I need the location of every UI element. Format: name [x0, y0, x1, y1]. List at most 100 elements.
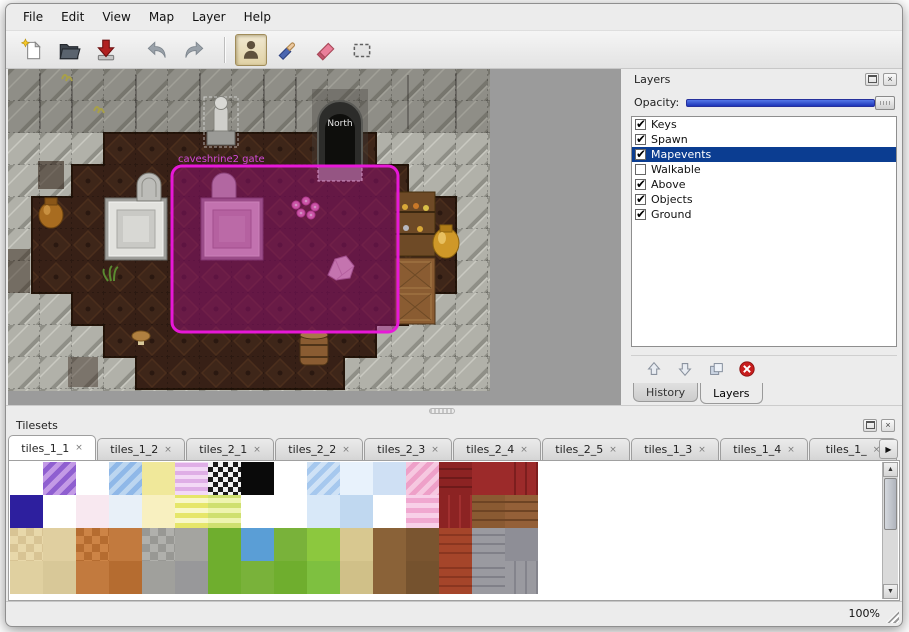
- opacity-slider-handle[interactable]: [875, 96, 895, 110]
- undo-button[interactable]: [141, 34, 173, 66]
- layer-row-ground[interactable]: Ground: [632, 207, 896, 222]
- save-button[interactable]: [90, 34, 122, 66]
- opacity-slider[interactable]: [686, 95, 895, 111]
- scroll-down-icon[interactable]: ▼: [883, 584, 898, 599]
- tileset-tile[interactable]: [43, 462, 76, 495]
- tileset-tile[interactable]: [406, 462, 439, 495]
- layer-visibility-checkbox[interactable]: [635, 194, 646, 205]
- layer-visibility-checkbox[interactable]: [635, 164, 646, 175]
- tileset-tile[interactable]: [142, 462, 175, 495]
- tileset-tile[interactable]: [274, 561, 307, 594]
- tileset-tile[interactable]: [175, 561, 208, 594]
- crate[interactable]: [395, 258, 435, 324]
- tab-close-icon[interactable]: ×: [787, 445, 795, 455]
- layer-row-objects[interactable]: Objects: [632, 192, 896, 207]
- tileset-tile[interactable]: [10, 462, 43, 495]
- tileset-tile[interactable]: [241, 462, 274, 495]
- new-button[interactable]: [16, 34, 48, 66]
- tileset-tile[interactable]: [472, 561, 505, 594]
- tileset-tile[interactable]: [208, 528, 241, 561]
- map-canvas[interactable]: North caveshrine2 gate: [8, 69, 490, 391]
- layer-row-walkable[interactable]: Walkable: [632, 162, 896, 177]
- tombstone-gray[interactable]: [137, 173, 161, 201]
- tileset-tile[interactable]: [472, 495, 505, 528]
- tileset-scrollbar[interactable]: ▲ ▼: [882, 462, 898, 599]
- layer-visibility-checkbox[interactable]: [635, 209, 646, 220]
- tileset-tile[interactable]: [142, 561, 175, 594]
- stamp-tool-button[interactable]: [235, 34, 267, 66]
- tab-layers[interactable]: Layers: [700, 383, 762, 404]
- tileset-tab-tiles_2_5[interactable]: tiles_2_5 ×: [542, 438, 630, 460]
- tileset-tile[interactable]: [406, 561, 439, 594]
- tileset-tile[interactable]: [142, 495, 175, 528]
- tileset-tile[interactable]: [439, 495, 472, 528]
- menu-map[interactable]: Map: [140, 7, 183, 27]
- tileset-tile[interactable]: [109, 462, 142, 495]
- layer-visibility-checkbox[interactable]: [635, 119, 646, 130]
- tileset-tile[interactable]: [274, 528, 307, 561]
- tileset-tile[interactable]: [10, 495, 43, 528]
- tileset-tab-tiles_1_2[interactable]: tiles_1_2 ×: [97, 438, 185, 460]
- tileset-tile[interactable]: [43, 528, 76, 561]
- eraser-tool-button[interactable]: [309, 34, 341, 66]
- select-tool-button[interactable]: [346, 34, 378, 66]
- tileset-tile[interactable]: [406, 528, 439, 561]
- tileset-view[interactable]: ▲ ▼: [8, 461, 900, 601]
- tileset-tile[interactable]: [10, 528, 43, 561]
- tab-close-icon[interactable]: ×: [431, 445, 439, 455]
- tab-close-icon[interactable]: ×: [609, 445, 617, 455]
- tileset-tile[interactable]: [10, 561, 43, 594]
- redo-button[interactable]: [178, 34, 210, 66]
- tileset-tile[interactable]: [439, 561, 472, 594]
- tileset-tab-tiles_1_3[interactable]: tiles_1_3 ×: [631, 438, 719, 460]
- tileset-tile[interactable]: [208, 462, 241, 495]
- horizontal-splitter[interactable]: [6, 405, 902, 415]
- silver-platform[interactable]: [105, 198, 167, 260]
- shelf[interactable]: [395, 192, 435, 256]
- delete-layer-button[interactable]: [736, 358, 758, 380]
- tileset-tile[interactable]: [43, 495, 76, 528]
- tileset-tile[interactable]: [307, 462, 340, 495]
- tileset-tile[interactable]: [76, 495, 109, 528]
- menu-file[interactable]: File: [14, 7, 52, 27]
- raise-layer-button[interactable]: [643, 358, 665, 380]
- resize-grip[interactable]: [886, 610, 899, 623]
- layer-visibility-checkbox[interactable]: [635, 149, 646, 160]
- lower-layer-button[interactable]: [674, 358, 696, 380]
- tileset-tile[interactable]: [241, 561, 274, 594]
- barrel[interactable]: [300, 331, 328, 365]
- tileset-tab-tiles_2_4[interactable]: tiles_2_4 ×: [453, 438, 541, 460]
- tileset-tile[interactable]: [340, 495, 373, 528]
- tileset-tile[interactable]: [472, 528, 505, 561]
- tileset-tile[interactable]: [175, 462, 208, 495]
- tileset-tile[interactable]: [406, 495, 439, 528]
- tab-history[interactable]: History: [633, 383, 698, 402]
- tab-close-icon[interactable]: ×: [342, 445, 350, 455]
- tab-close-icon[interactable]: ×: [164, 445, 172, 455]
- tileset-tile[interactable]: [43, 561, 76, 594]
- tileset-tile[interactable]: [307, 561, 340, 594]
- tileset-tile[interactable]: [76, 462, 109, 495]
- tileset-tile[interactable]: [373, 495, 406, 528]
- scrollbar-thumb[interactable]: [884, 478, 897, 530]
- tileset-tile[interactable]: [208, 495, 241, 528]
- tab-close-icon[interactable]: ×: [698, 445, 706, 455]
- tileset-tile[interactable]: [274, 462, 307, 495]
- tileset-tile[interactable]: [505, 528, 538, 561]
- tileset-tile[interactable]: [307, 528, 340, 561]
- tileset-tab-tiles_2_3[interactable]: tiles_2_3 ×: [364, 438, 452, 460]
- menu-view[interactable]: View: [93, 7, 139, 27]
- tab-scroll-right-button[interactable]: ▶: [879, 439, 898, 459]
- tileset-tile[interactable]: [109, 528, 142, 561]
- scroll-up-icon[interactable]: ▲: [883, 462, 898, 477]
- tab-close-icon[interactable]: ×: [75, 443, 83, 453]
- close-panel-icon[interactable]: ×: [881, 419, 895, 432]
- tileset-tab-tiles_1_1[interactable]: tiles_1_1 ×: [8, 435, 96, 460]
- tileset-tile[interactable]: [241, 495, 274, 528]
- tileset-tile[interactable]: [241, 528, 274, 561]
- layer-row-spawn[interactable]: Spawn: [632, 132, 896, 147]
- tileset-tile[interactable]: [142, 528, 175, 561]
- tileset-tile[interactable]: [340, 561, 373, 594]
- tileset-tile[interactable]: [505, 462, 538, 495]
- layer-row-mapevents[interactable]: Mapevents: [632, 147, 896, 162]
